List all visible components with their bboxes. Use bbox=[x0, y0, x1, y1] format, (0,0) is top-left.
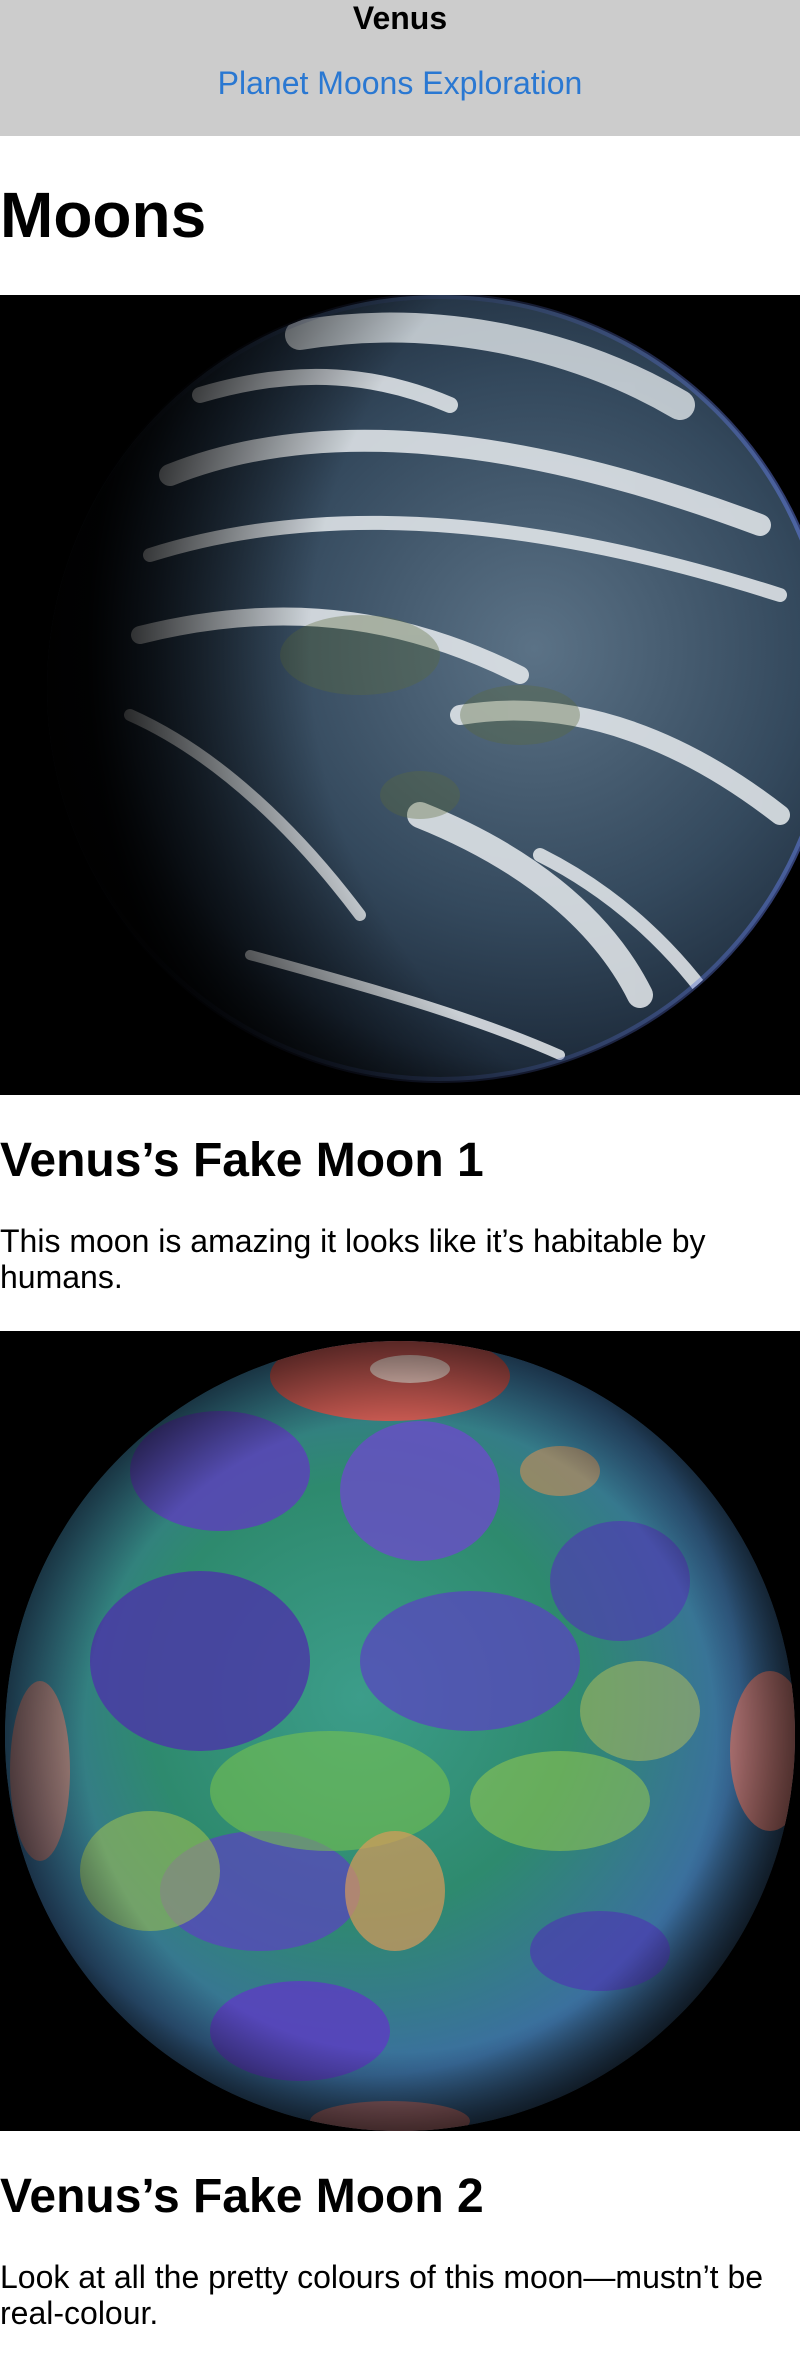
moon-2-description: Look at all the pretty colours of this m… bbox=[0, 2259, 764, 2331]
moon-1-heading: Venus’s Fake Moon 1 bbox=[0, 1134, 484, 1187]
moon-2-section: Venus’s Fake Moon 2 Look at all the pret… bbox=[0, 2131, 800, 2365]
moon-2-image bbox=[0, 1331, 800, 2131]
nav-link-planet-moons[interactable]: Planet Moons Exploration bbox=[218, 66, 583, 100]
site-header: Venus Planet Moons Exploration bbox=[0, 0, 800, 136]
site-title: Venus bbox=[352, 0, 448, 36]
moon-1-section: Venus’s Fake Moon 1 This moon is amazing… bbox=[0, 1095, 800, 1331]
page-title: Moons bbox=[0, 179, 207, 251]
moon-1-description: This moon is amazing it looks like it’s … bbox=[0, 1223, 706, 1295]
moon-2-heading: Venus’s Fake Moon 2 bbox=[0, 2170, 484, 2223]
moon-1-image bbox=[0, 295, 800, 1095]
main-content: Moons Venus’s Fake Moon 1 This moon is a… bbox=[0, 136, 800, 2365]
